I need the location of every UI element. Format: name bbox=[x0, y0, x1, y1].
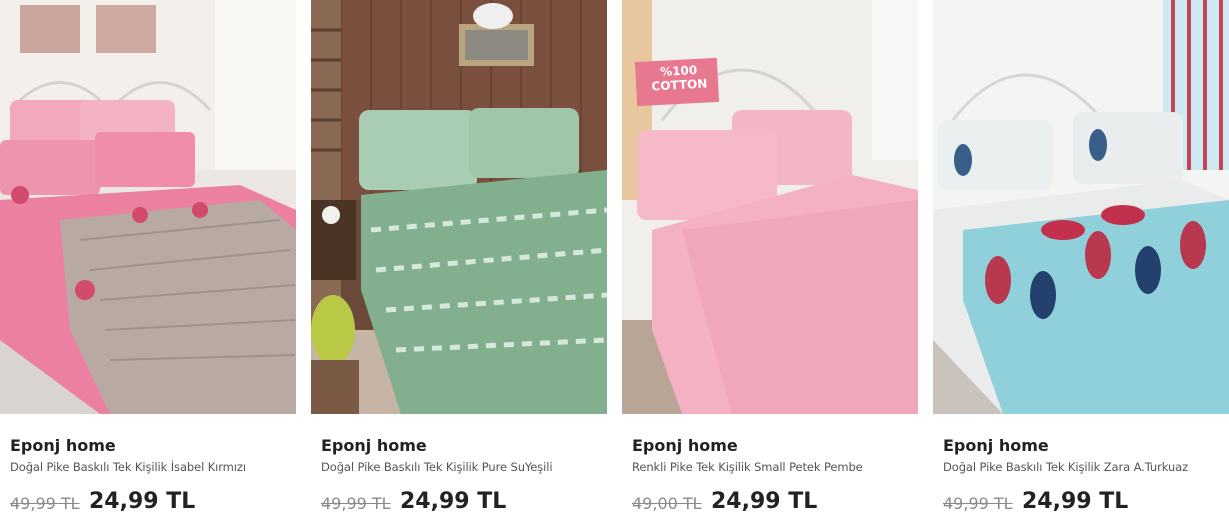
old-price: 49,00 TL bbox=[632, 494, 702, 513]
brand-name: Eponj home bbox=[943, 436, 1049, 455]
sale-price: 24,99 TL bbox=[400, 489, 507, 514]
sale-price: 24,99 TL bbox=[89, 489, 196, 514]
product-image[interactable]: %100 COTTON bbox=[622, 0, 918, 414]
old-price: 49,99 TL bbox=[321, 494, 391, 513]
sale-price: 24,99 TL bbox=[711, 489, 818, 514]
product-card[interactable]: Eponj home Doğal Pike Baskılı Tek Kişili… bbox=[0, 0, 296, 526]
product-grid: Eponj home Doğal Pike Baskılı Tek Kişili… bbox=[0, 0, 1229, 526]
product-name[interactable]: Renkli Pike Tek Kişilik Small Petek Pemb… bbox=[632, 460, 863, 474]
brand-name: Eponj home bbox=[321, 436, 427, 455]
old-price: 49,99 TL bbox=[10, 494, 80, 513]
product-image[interactable] bbox=[0, 0, 296, 414]
product-card[interactable]: Eponj home Doğal Pike Baskılı Tek Kişili… bbox=[311, 0, 607, 526]
product-image[interactable] bbox=[311, 0, 607, 414]
old-price: 49,99 TL bbox=[943, 494, 1013, 513]
brand-name: Eponj home bbox=[632, 436, 738, 455]
product-card[interactable]: %100 COTTON Eponj home Renkli Pike Tek K… bbox=[622, 0, 918, 526]
product-image[interactable] bbox=[933, 0, 1229, 414]
cotton-badge: %100 COTTON bbox=[651, 63, 708, 94]
product-card[interactable]: Eponj home Doğal Pike Baskılı Tek Kişili… bbox=[933, 0, 1229, 526]
product-name[interactable]: Doğal Pike Baskılı Tek Kişilik İsabel Kı… bbox=[10, 460, 246, 474]
brand-name: Eponj home bbox=[10, 436, 116, 455]
sale-price: 24,99 TL bbox=[1022, 489, 1129, 514]
product-name[interactable]: Doğal Pike Baskılı Tek Kişilik Pure SuYe… bbox=[321, 460, 553, 474]
product-name[interactable]: Doğal Pike Baskılı Tek Kişilik Zara A.Tu… bbox=[943, 460, 1188, 474]
